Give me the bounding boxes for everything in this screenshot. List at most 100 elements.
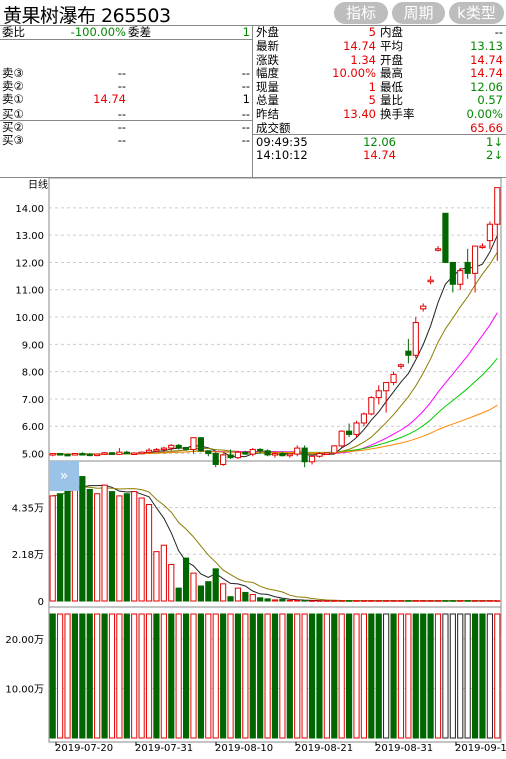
indicator-bar: [375, 613, 382, 739]
candle-body: [449, 261, 456, 285]
volume-bar: [434, 600, 442, 602]
indicator-bar: [442, 613, 449, 739]
stat-label: 昨结: [256, 106, 279, 121]
volume-bar: [108, 491, 116, 602]
stat-label: 幅度: [256, 66, 279, 80]
bid-volume: --: [241, 133, 250, 147]
stat-label: 总量: [256, 93, 279, 107]
volume-bar: [94, 493, 101, 602]
weibi-label: 委比: [2, 25, 25, 39]
indicator-bar: [479, 613, 486, 739]
volume-bar: [71, 480, 79, 602]
volume-tick-label: 0: [38, 597, 44, 608]
indicator-bar: [64, 613, 71, 739]
candle-body: [108, 452, 116, 455]
candle-body: [479, 245, 486, 249]
indicator-bar: [434, 613, 442, 739]
volume-bar: [57, 493, 64, 602]
volume-bar: [197, 585, 204, 602]
indicator-bar: [182, 613, 190, 739]
indicator-bar: [412, 613, 419, 739]
tick-volume: 2↓: [486, 148, 503, 162]
indicator-bar: [257, 613, 264, 739]
ma5-line: [52, 235, 498, 458]
volume-bar: [412, 600, 419, 602]
candle-body: [79, 453, 86, 456]
double-chevron-icon: »: [60, 468, 69, 484]
volume-bar: [420, 600, 427, 602]
indicator-bar: [197, 613, 204, 739]
indicator-bar: [175, 613, 182, 739]
candle-body: [427, 279, 434, 283]
candle-body: [145, 449, 153, 453]
stat-value: 5: [368, 93, 376, 107]
indicator-bar: [116, 613, 123, 739]
stat-label: 最低: [380, 79, 403, 94]
k-type-button[interactable]: k类型: [449, 2, 504, 24]
bid-label: 买③: [2, 133, 24, 147]
volume-bar: [346, 600, 353, 602]
kline-chart-svg[interactable]: 日线 14.00 13.00 12.00 11.00 10.00 9.00 8.00 7.00 6…: [0, 177, 506, 755]
volume-bar: [286, 599, 293, 602]
date-label: 2019-08-10: [215, 743, 273, 754]
volume-bar: [227, 596, 234, 602]
date-label: 2019-09-11: [455, 743, 506, 754]
volume-bar: [153, 551, 160, 602]
candle-body: [190, 437, 197, 450]
y-tick-label: 9.00: [22, 340, 44, 351]
kline-chart-area[interactable]: 日线 14.00 13.00 12.00 11.00 10.00 9.00 8.00 7.00 6…: [0, 177, 506, 755]
candle-body: [49, 453, 56, 456]
volume-bar: [301, 600, 308, 602]
bid-price: --: [117, 107, 126, 121]
stat-label: 现量: [256, 79, 279, 94]
indicator-bar: [360, 613, 368, 739]
weicha-label: 委差: [128, 25, 151, 39]
indicator-bar: [71, 613, 79, 739]
date-label: 2019-07-20: [55, 743, 113, 754]
volume-bar: [101, 484, 108, 602]
candle-body: [464, 261, 471, 274]
y-tick-label: 11.00: [15, 286, 44, 297]
indicator-bar: [123, 613, 130, 739]
volume-bar: [257, 597, 264, 602]
indicator-button[interactable]: 指标: [334, 2, 388, 24]
period-button[interactable]: 周期: [392, 2, 445, 24]
volume-bar: [397, 600, 405, 602]
stat-value: 0.57: [477, 93, 503, 107]
indicator-bar: [86, 613, 93, 739]
volume-bar: [353, 600, 360, 602]
volume-bar: [116, 495, 123, 602]
volume-bar: [123, 493, 130, 602]
indicator-bar: [131, 613, 138, 739]
candle-body: [249, 448, 256, 455]
indicator-bar: [160, 613, 167, 739]
weicha-value: 1: [242, 25, 250, 39]
candle-body: [471, 245, 479, 274]
indicator-bar: [464, 613, 471, 739]
candle-body: [316, 453, 323, 457]
indicator-bar: [205, 613, 212, 739]
volume-bar: [427, 600, 434, 602]
candle-body: [360, 413, 368, 424]
stat-value: 13.13: [470, 39, 503, 53]
volume-bar: [360, 600, 368, 602]
candle-body: [390, 373, 397, 384]
ma30-line: [52, 357, 498, 455]
volume-bar: [264, 598, 271, 602]
weibi-value: -100.00%: [70, 25, 126, 39]
indicator-bar: [301, 613, 308, 739]
y-tick-label: 13.00: [15, 231, 44, 242]
quote-panel: 委比 -100.00% 委差 1 外盘 5 内盘 -- 成交额 65.66 卖③…: [0, 26, 506, 178]
indicator-bar: [308, 613, 316, 739]
indicator-bar: [249, 613, 256, 739]
candle-body: [383, 382, 390, 392]
candle-body: [286, 453, 293, 457]
candle-body: [71, 453, 79, 456]
indicator-bar: [457, 613, 464, 739]
candle-body: [434, 248, 442, 251]
volume-bar: [464, 600, 471, 602]
candle-body: [494, 187, 501, 225]
candle-body: [131, 452, 138, 455]
indicator-bar: [242, 613, 249, 739]
candle-body: [375, 390, 382, 399]
